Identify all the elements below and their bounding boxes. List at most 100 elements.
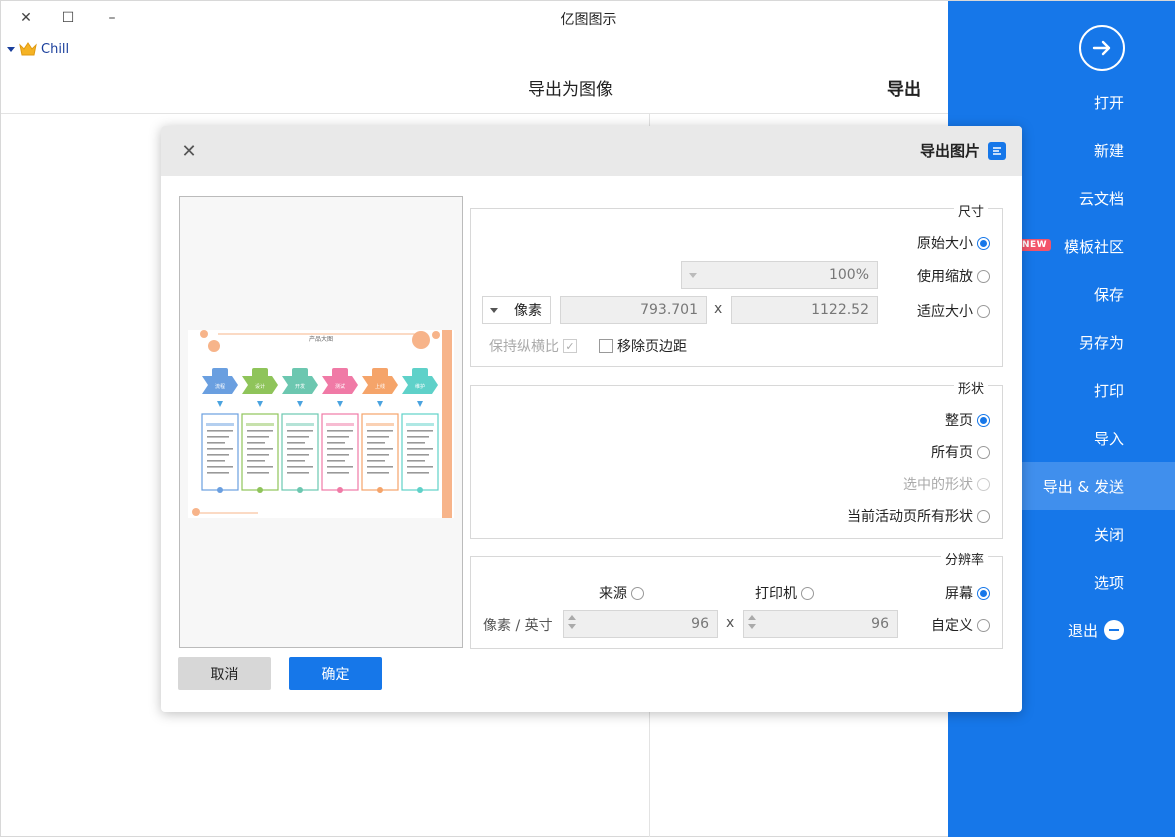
menu-item-open[interactable]: 打开 xyxy=(948,78,1175,126)
size-unit-value: 像素 xyxy=(514,303,542,319)
step-dot xyxy=(377,487,383,493)
step-card-text xyxy=(247,448,273,450)
menu-item-label: 云文档 xyxy=(1078,189,1124,208)
radio-button[interactable] xyxy=(977,413,990,427)
width-value: 1122.52 xyxy=(811,302,869,318)
shape-group: 形状 整页 所有页 选中的形状 当前活动页所有形状 xyxy=(470,378,1003,539)
step-card-text xyxy=(367,460,385,462)
selected-shapes-radio[interactable]: 选中的形状 xyxy=(903,474,990,494)
step-tab xyxy=(412,368,428,382)
step-card-text xyxy=(287,460,305,462)
step-card-text xyxy=(247,436,269,438)
radio-button[interactable] xyxy=(977,445,990,459)
step-card-text xyxy=(407,454,429,456)
fit-size-radio[interactable]: 适应大小 xyxy=(917,301,990,321)
step-card-text xyxy=(287,430,313,432)
menu-item-label: 退出 xyxy=(1067,621,1098,640)
step-label: 开发 xyxy=(295,383,305,390)
dialog-title-text: 导出图片 xyxy=(919,142,980,160)
menu-item-label: 选项 xyxy=(1093,573,1124,592)
diagram-thumbnail: 流程 设计 开发 测试 上线 维护 xyxy=(192,330,452,518)
step-card-text xyxy=(327,472,349,474)
checkbox[interactable] xyxy=(599,339,613,353)
step-arrow xyxy=(297,401,303,407)
custom-radio[interactable]: 自定义 xyxy=(931,615,990,635)
screen-radio[interactable]: 屏幕 xyxy=(945,583,990,603)
step-card-text xyxy=(327,454,349,456)
step-card-text xyxy=(327,430,353,432)
size-group: 尺寸 原始大小 使用缩放 100% 适应大小 1122.52 x 793.701… xyxy=(470,201,1003,367)
image-preview-panel: 流程 设计 开发 测试 上线 维护 产品大图 xyxy=(179,196,463,648)
times-sign: x xyxy=(714,301,723,317)
step-card-bar xyxy=(206,423,234,426)
use-zoom-radio[interactable]: 使用缩放 xyxy=(917,266,990,286)
step-card-text xyxy=(327,460,345,462)
fit-size-label: 适应大小 xyxy=(917,304,973,320)
check-icon[interactable]: ✓ xyxy=(563,339,577,353)
radio-button[interactable] xyxy=(977,618,990,632)
menu-item-label: 导出 & 发送 xyxy=(1042,477,1124,496)
ok-button[interactable]: 确定 xyxy=(289,657,382,690)
menu-item-label: 新建 xyxy=(1093,141,1124,160)
step-dot xyxy=(337,487,343,493)
remove-margin-checkbox[interactable]: 移除页边距 xyxy=(599,336,687,356)
step-card-text xyxy=(367,466,393,468)
step-card-text xyxy=(367,442,385,444)
step-label: 上线 xyxy=(375,383,385,390)
step-tab xyxy=(252,368,268,382)
menu-item-label: 关闭 xyxy=(1093,525,1124,544)
radio-button[interactable] xyxy=(977,304,990,318)
step-card-text xyxy=(327,466,353,468)
step-card-bar xyxy=(326,423,354,426)
step-card-text xyxy=(207,442,225,444)
radio-button[interactable] xyxy=(631,586,644,600)
step-card-text xyxy=(207,472,229,474)
size-unit-select[interactable]: 像素 xyxy=(482,296,551,324)
source-radio[interactable]: 来源 xyxy=(599,583,644,603)
dpi-x-input[interactable]: 96 xyxy=(743,610,898,638)
whole-page-radio[interactable]: 整页 xyxy=(945,410,990,430)
menu-item-label: 保存 xyxy=(1093,285,1124,304)
export-section-title: 导出 xyxy=(887,80,921,100)
step-card-text xyxy=(407,442,425,444)
radio-button[interactable] xyxy=(977,269,990,283)
chevron-down-icon xyxy=(7,46,15,52)
deco-circle xyxy=(208,340,220,352)
back-button[interactable] xyxy=(1079,25,1125,71)
step-card-text xyxy=(287,454,309,456)
cancel-button[interactable]: 取消 xyxy=(178,657,271,690)
user-menu[interactable]: Chill xyxy=(7,41,69,57)
step-card-text xyxy=(207,430,233,432)
radio-button[interactable] xyxy=(977,586,990,600)
original-size-radio[interactable]: 原始大小 xyxy=(917,233,990,253)
width-input[interactable]: 1122.52 xyxy=(731,296,878,324)
use-zoom-label: 使用缩放 xyxy=(917,269,973,285)
current-page-shapes-label: 当前活动页所有形状 xyxy=(847,509,973,525)
step-label: 设计 xyxy=(255,383,265,390)
step-label: 测试 xyxy=(335,383,345,390)
step-card-text xyxy=(287,472,309,474)
all-pages-radio[interactable]: 所有页 xyxy=(931,442,990,462)
dpi-y-input[interactable]: 96 xyxy=(563,610,718,638)
zoom-select[interactable]: 100% xyxy=(681,261,878,289)
radio-button[interactable] xyxy=(977,509,990,523)
dialog-close-button[interactable]: ✕ xyxy=(179,141,199,162)
step-card-text xyxy=(207,436,229,438)
radio-button[interactable] xyxy=(801,586,814,600)
side-bar xyxy=(442,330,452,518)
radio-button[interactable] xyxy=(977,236,990,250)
step-card-bar xyxy=(246,423,274,426)
keep-ratio-checkbox[interactable]: 保持纵横比 ✓ xyxy=(489,336,577,356)
step-card-text xyxy=(407,430,433,432)
current-page-shapes-radio[interactable]: 当前活动页所有形状 xyxy=(847,506,990,526)
radio-button[interactable] xyxy=(977,477,990,491)
step-arrow xyxy=(377,401,383,407)
step-arrow xyxy=(217,401,223,407)
deco-circle xyxy=(192,508,200,516)
step-card-text xyxy=(247,454,269,456)
printer-radio[interactable]: 打印机 xyxy=(755,583,814,603)
stepper-icon[interactable] xyxy=(568,615,576,629)
height-input[interactable]: 793.701 xyxy=(560,296,707,324)
preview-title: 产品大图 xyxy=(308,336,333,343)
stepper-icon[interactable] xyxy=(748,615,756,629)
